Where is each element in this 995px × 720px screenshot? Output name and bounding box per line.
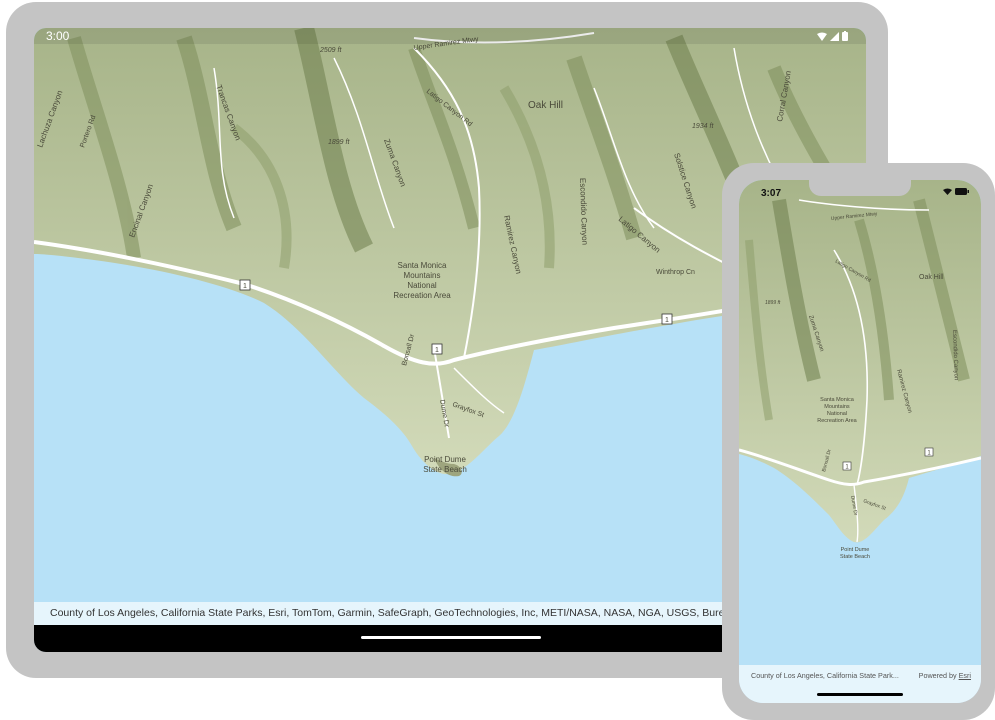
esri-link[interactable]: Esri xyxy=(959,671,971,680)
tablet-attribution-text: County of Los Angeles, California State … xyxy=(50,607,804,619)
svg-text:National: National xyxy=(827,411,847,417)
phone-device-frame: 1 1 Oak Hill 1899 ft Upper Ramirez Mtwy … xyxy=(722,163,995,720)
phone-status-time: 3:07 xyxy=(761,188,782,199)
phone-notch xyxy=(809,180,911,196)
phone-attribution-bar: County of Los Angeles, California State … xyxy=(739,665,981,703)
svg-text:Point Dume: Point Dume xyxy=(841,547,870,553)
route-1-shield-b: 1 xyxy=(431,343,443,355)
phone-home-indicator[interactable] xyxy=(817,693,903,696)
phone-map-view[interactable]: 1 1 Oak Hill 1899 ft Upper Ramirez Mtwy … xyxy=(739,180,981,665)
phone-route-1-shield-b: 1 xyxy=(924,447,934,457)
svg-text:Recreation Area: Recreation Area xyxy=(393,291,451,300)
tablet-status-bar: 3:00 xyxy=(34,28,866,44)
label-elev-2509: 2509 ft xyxy=(319,47,342,54)
wifi-icon xyxy=(817,32,827,41)
svg-text:National: National xyxy=(407,281,437,290)
label-winthrop: Winthrop Cn xyxy=(656,269,695,276)
phone-powered-by: Powered by Esri xyxy=(918,671,971,680)
phone-label-point-dume: Point Dume State Beach xyxy=(840,547,870,560)
label-oak-hill: Oak Hill xyxy=(528,100,563,111)
battery-icon xyxy=(955,188,969,195)
phone-route-1-shield-a: 1 xyxy=(842,461,852,471)
route-1-shield-c: 1 xyxy=(661,313,673,325)
phone-label-oak-hill: Oak Hill xyxy=(919,274,944,281)
label-elev-1899: 1899 ft xyxy=(328,139,350,146)
wifi-icon xyxy=(943,188,952,195)
svg-text:1: 1 xyxy=(665,317,669,324)
svg-text:State Beach: State Beach xyxy=(423,465,467,474)
label-elev-1934: 1934 ft xyxy=(692,123,714,130)
tablet-status-time: 3:00 xyxy=(46,29,70,43)
phone-status-bar: 3:07 xyxy=(739,180,981,206)
tablet-home-handle[interactable] xyxy=(361,636,541,639)
svg-text:Mountains: Mountains xyxy=(824,404,850,410)
label-point-dume: Point Dume State Beach xyxy=(423,455,467,474)
svg-text:1: 1 xyxy=(435,347,439,354)
svg-text:Santa Monica: Santa Monica xyxy=(398,261,447,270)
svg-text:Mountains: Mountains xyxy=(404,271,441,280)
route-1-shield-a: 1 xyxy=(239,279,251,291)
phone-label-elev: 1899 ft xyxy=(765,300,781,306)
svg-text:1: 1 xyxy=(243,283,247,290)
battery-icon xyxy=(842,31,848,41)
svg-text:Point Dume: Point Dume xyxy=(424,455,466,464)
cell-signal-icon xyxy=(830,31,839,41)
phone-attribution-text: County of Los Angeles, California State … xyxy=(751,671,899,680)
svg-text:Santa Monica: Santa Monica xyxy=(820,397,855,403)
phone-screen: 1 1 Oak Hill 1899 ft Upper Ramirez Mtwy … xyxy=(739,180,981,703)
svg-text:State Beach: State Beach xyxy=(840,554,870,560)
svg-text:Recreation Area: Recreation Area xyxy=(817,418,857,424)
